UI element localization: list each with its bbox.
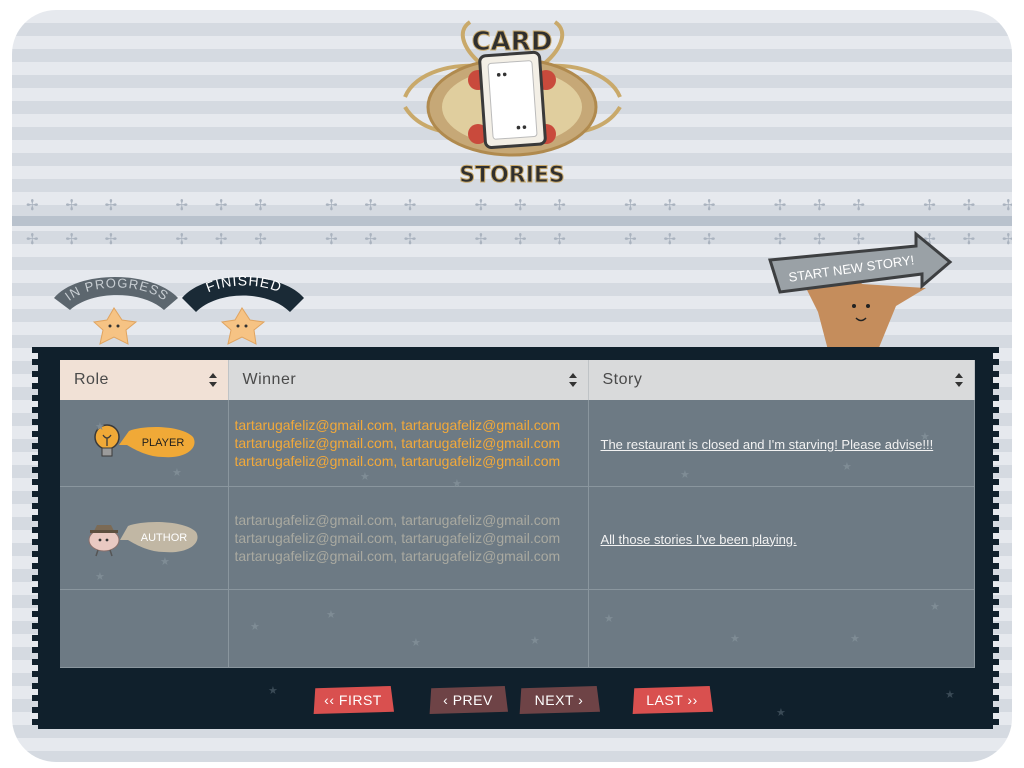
pager-last-button[interactable]: LAST ›› (632, 686, 713, 714)
winner-line: tartarugafeliz@gmail.com, tartarugafeliz… (234, 512, 561, 528)
story-link[interactable]: All those stories I've been playing. (595, 532, 797, 547)
divider-rail (12, 216, 1012, 226)
star-mascot-icon (92, 307, 138, 345)
table-row-empty (60, 589, 975, 668)
winner-cell: tartarugafeliz@gmail.com, tartarugafeliz… (228, 486, 589, 590)
empty-cell (588, 589, 975, 668)
pager-next-button[interactable]: NEXT › (519, 686, 600, 714)
start-new-story-button[interactable]: START NEW STORY! (766, 226, 956, 350)
story-cell: The restaurant is closed and I'm starvin… (588, 400, 975, 487)
star-mascot-icon (220, 307, 266, 345)
winner-line: tartarugafeliz@gmail.com, tartarugafeliz… (234, 548, 561, 564)
winner-line: tartarugafeliz@gmail.com, tartarugafeliz… (234, 530, 561, 546)
column-header-role-label: Role (74, 371, 109, 388)
tab-finished[interactable]: FINISHED (178, 268, 308, 350)
stories-table: Role Winner Story PLAYER tartarugafeliz@… (60, 360, 975, 668)
story-link[interactable]: The restaurant is closed and I'm starvin… (595, 437, 934, 452)
sort-icon (568, 373, 577, 387)
column-header-winner[interactable]: Winner (228, 360, 589, 400)
winner-cell: tartarugafeliz@gmail.com, tartarugafeliz… (228, 400, 589, 487)
lightbulb-icon (94, 424, 120, 457)
role-badge-label: AUTHOR (141, 532, 188, 544)
decorative-cross-band: ✢ ✢ ✢ ✢ ✢ ✢ ✢ ✢ ✢ ✢ ✢ ✢ ✢ ✢ ✢ ✢ ✢ ✢ ✢ ✢ … (26, 196, 1012, 214)
table-row[interactable]: AUTHOR tartarugafeliz@gmail.com, tartaru… (60, 486, 975, 590)
logo-title-stories: STORIES (459, 163, 565, 188)
sort-icon (208, 373, 217, 387)
column-header-role[interactable]: Role (60, 360, 229, 400)
brain-with-hat-icon (88, 525, 120, 557)
column-header-story-label: Story (602, 371, 643, 388)
pager-first-button[interactable]: ‹‹ FIRST (313, 686, 394, 714)
card-stories-logo: CARD STORIES (395, 12, 630, 192)
author-role-badge: AUTHOR (88, 522, 198, 557)
role-cell: AUTHOR (60, 486, 229, 590)
role-badge-label: PLAYER (141, 437, 184, 449)
tab-in-progress[interactable]: IN PROGRESS (52, 268, 182, 350)
player-role-badge: PLAYER (94, 424, 195, 458)
sort-icon (954, 373, 963, 387)
logo-graphic: CARD STORIES (403, 20, 622, 189)
column-header-story[interactable]: Story (588, 360, 975, 400)
column-header-winner-label: Winner (242, 371, 297, 388)
logo-title-card: CARD (472, 27, 553, 57)
empty-cell (228, 589, 589, 668)
story-cell: All those stories I've been playing. (588, 486, 975, 590)
table-row[interactable]: PLAYER tartarugafeliz@gmail.com, tartaru… (60, 400, 975, 487)
winner-line: tartarugafeliz@gmail.com, tartarugafeliz… (234, 435, 561, 451)
winner-line: tartarugafeliz@gmail.com, tartarugafeliz… (234, 417, 561, 433)
pager-prev-button[interactable]: ‹ PREV (429, 686, 508, 714)
empty-cell (60, 589, 229, 668)
winner-line: tartarugafeliz@gmail.com, tartarugafeliz… (234, 453, 561, 469)
role-cell: PLAYER (60, 400, 229, 487)
